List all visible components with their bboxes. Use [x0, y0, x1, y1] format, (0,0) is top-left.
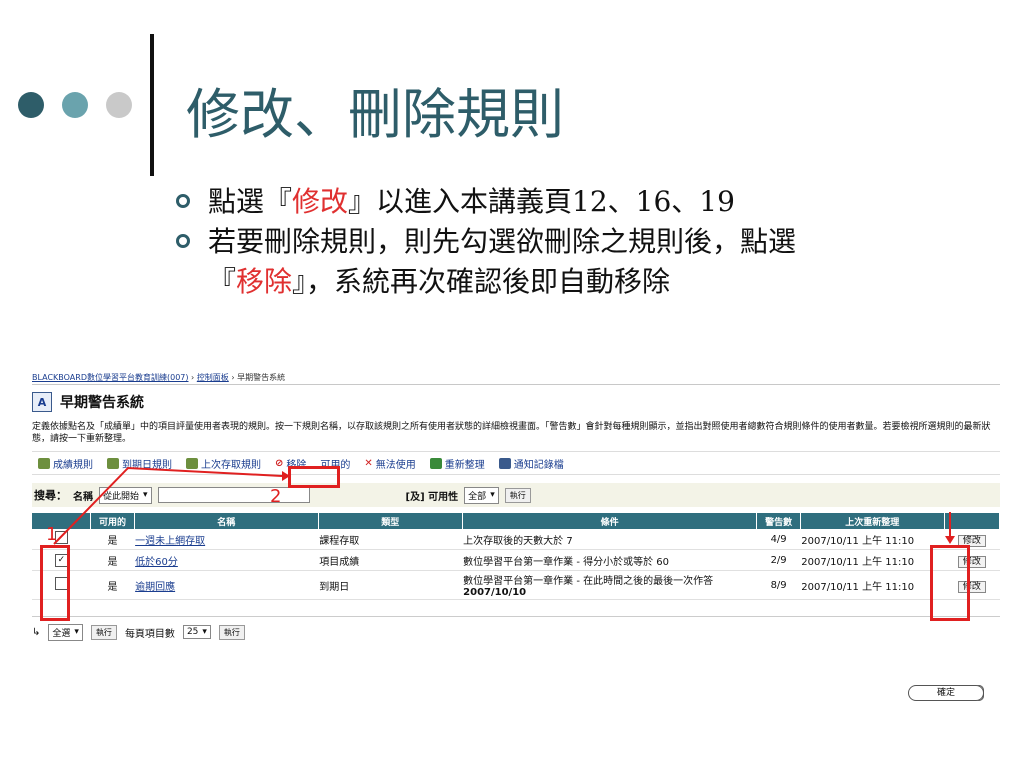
dot-light: [106, 92, 132, 118]
breadcrumb-current: 早期警告系統: [237, 373, 286, 382]
bullet-2: 若要刪除規則，則先勾選欲刪除之規則後，點選: [176, 222, 976, 262]
last-access-rule-button[interactable]: 上次存取規則: [186, 456, 261, 471]
slide-title: 修改、刪除規則: [186, 83, 564, 146]
dot-dark: [18, 92, 44, 118]
rule-name-link[interactable]: 低於60分: [135, 557, 178, 568]
add-rule-icon: [38, 457, 50, 469]
table-row: 是 逾期回應 到期日 數位學習平台第一章作業 - 在此時間之後的最後一次作答 20…: [32, 570, 1000, 600]
refresh-button[interactable]: 重新整理: [429, 456, 485, 471]
table-header: 可用的 名稱 類型 條件 警告數 上次重新整理: [32, 513, 1001, 529]
bullet-1: 點選『修改』以進入本講義頁12、16、19: [176, 182, 976, 222]
add-rule-icon: [107, 457, 119, 469]
title-divider: [150, 34, 154, 176]
bulk-go-button[interactable]: 執行: [90, 624, 117, 640]
warning-system-icon: A: [32, 392, 52, 412]
search-input[interactable]: [157, 487, 310, 503]
highlight-edit: [930, 545, 970, 621]
per-page-go-button[interactable]: 執行: [218, 624, 245, 640]
per-page-select[interactable]: 25 ▾: [182, 625, 211, 639]
table-row: ✓ 是 低於60分 項目成績 數位學習平台第一章作業 - 得分小於或等於 60 …: [32, 549, 1000, 571]
highlight-remove: [288, 466, 340, 488]
grade-rule-button[interactable]: 成績規則: [38, 456, 93, 471]
annotation-label-2: 2: [270, 486, 282, 507]
rules-table: 可用的 名稱 類型 條件 警告數 上次重新整理 是 一週未上網存取 課程存取 上…: [32, 513, 1001, 600]
bullet-circle-icon: [176, 234, 190, 248]
due-rule-button[interactable]: 到期日規則: [107, 456, 172, 471]
annotation-label-1: 1: [46, 524, 58, 545]
ok-button[interactable]: 確定: [908, 685, 984, 701]
bottom-bar: ↳ 全選 ▾ 執行 每頁項目數 25 ▾ 執行: [32, 616, 1000, 643]
rule-name-link[interactable]: 一週未上網存取: [135, 536, 205, 547]
search-go-button[interactable]: 執行: [504, 487, 531, 503]
page-description: 定義依據點名及「成績單」中的項目評量使用者表現的規則。按一下規則名稱，以存取該規…: [32, 422, 991, 444]
chevron-down-icon: ▾: [490, 490, 495, 500]
bullet-list: 點選『修改』以進入本講義頁12、16、19 若要刪除規則，則先勾選欲刪除之規則後…: [176, 182, 976, 302]
toolbar: 成績規則 到期日規則 上次存取規則 ⊘移除 ✓可用的 ✕無法使用 重新整理 通知…: [32, 451, 1000, 701]
search-mode-select[interactable]: 從此開始 ▾: [99, 486, 152, 504]
chevron-down-icon: ▾: [143, 490, 148, 500]
highlight-checkboxes: [40, 545, 70, 621]
page-title: A 早期警告系統: [32, 389, 1000, 415]
search-bar: 搜尋： 名稱 從此開始 ▾ [及] 可用性 全部 ▾ 執行: [32, 483, 1000, 507]
log-icon: [498, 457, 511, 469]
breadcrumb-course[interactable]: BLACKBOARD數位學習平台教育訓練(007): [32, 373, 189, 382]
embedded-screenshot: BLACKBOARD數位學習平台教育訓練(007) › 控制面板 › 早期警告系…: [32, 372, 1001, 701]
notification-log-button[interactable]: 通知記錄檔: [498, 456, 564, 471]
bullet-circle-icon: [176, 194, 190, 208]
bulk-select[interactable]: 全選 ▾: [48, 623, 83, 641]
table-row: 是 一週未上網存取 課程存取 上次存取後的天數大於 7 4/9 2007/10/…: [32, 529, 1000, 550]
breadcrumb-control-panel[interactable]: 控制面板: [197, 373, 229, 382]
refresh-icon: [429, 457, 442, 469]
availability-select[interactable]: 全部 ▾: [464, 486, 499, 504]
close-icon: ✕: [364, 457, 373, 469]
dot-mid: [62, 92, 88, 118]
unavailable-button[interactable]: ✕ 無法使用: [364, 456, 415, 471]
bullet-2-cont: 『移除』，系統再次確認後即自動移除: [208, 265, 671, 298]
chevron-down-icon: ▾: [74, 627, 79, 637]
breadcrumb: BLACKBOARD數位學習平台教育訓練(007) › 控制面板 › 早期警告系…: [32, 372, 1000, 385]
remove-icon: ⊘: [275, 457, 284, 469]
select-arrow-icon: ↳: [32, 626, 41, 638]
rule-name-link[interactable]: 逾期回應: [135, 582, 175, 593]
chevron-down-icon: ▾: [202, 627, 207, 637]
add-rule-icon: [186, 457, 198, 469]
